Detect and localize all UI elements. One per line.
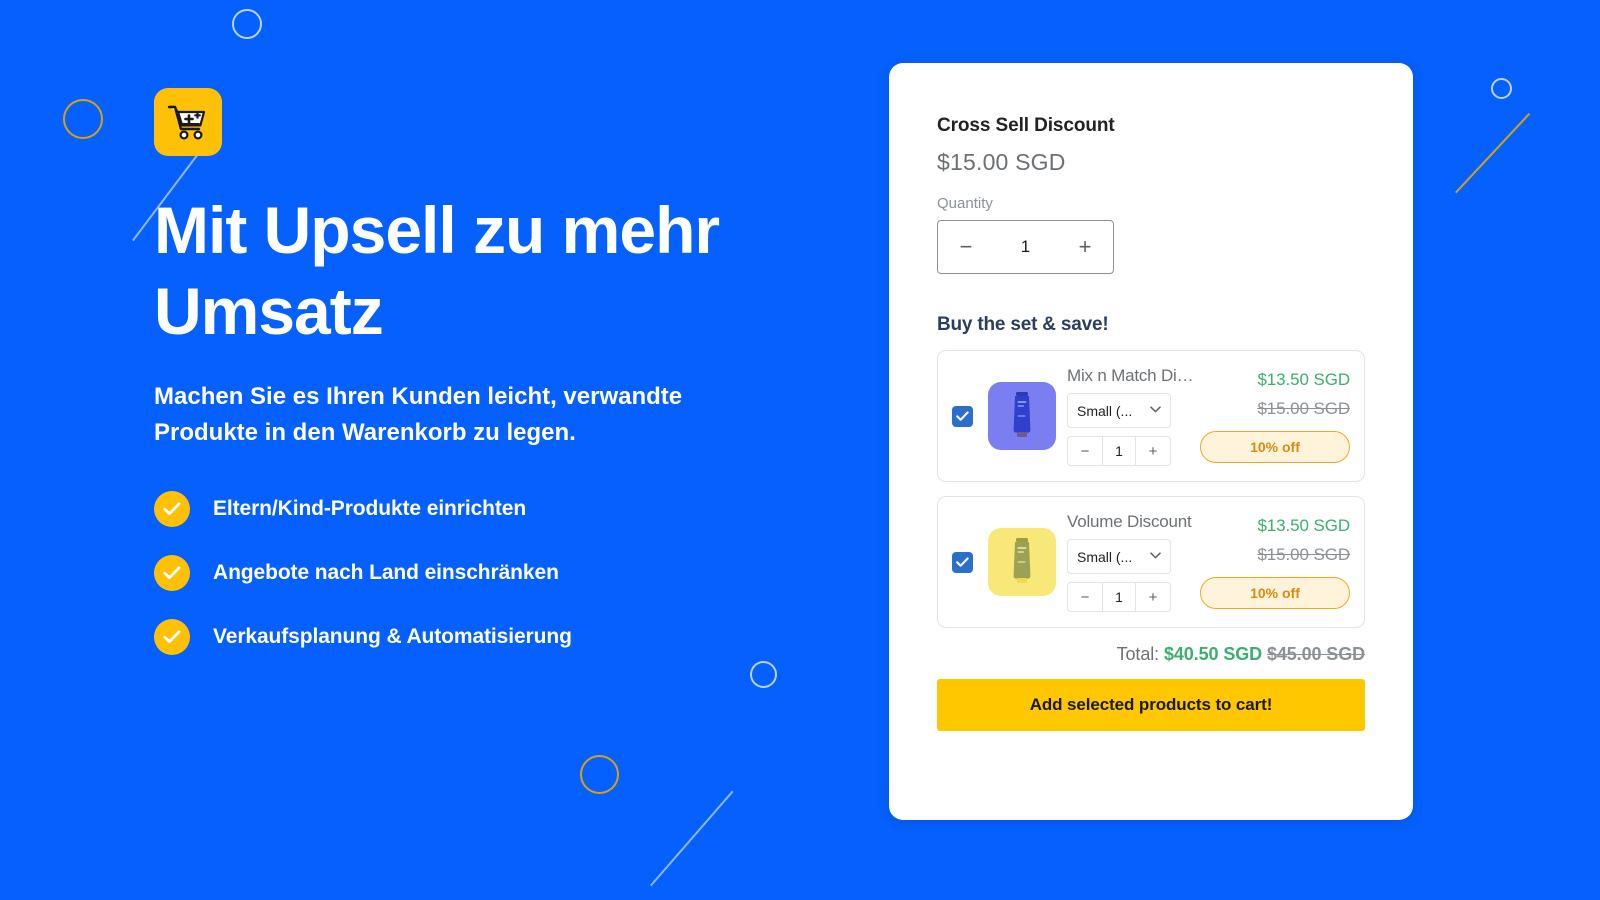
upsell-widget-panel: Cross Sell Discount $15.00 SGD Quantity … xyxy=(889,63,1413,820)
total-original-price: $45.00 SGD xyxy=(1266,644,1365,664)
total-row: Total: $40.50 SGD $45.00 SGD xyxy=(937,644,1365,665)
offer-quantity-increment-button[interactable]: + xyxy=(1136,590,1170,605)
chevron-down-icon xyxy=(1150,405,1161,416)
discount-badge: 10% off xyxy=(1200,576,1350,609)
offer-card[interactable]: Mix n Match Dis... Small (... − 1 + $13.… xyxy=(937,350,1365,482)
quantity-increment-button[interactable]: + xyxy=(1057,236,1113,258)
quantity-label: Quantity xyxy=(937,195,993,212)
variant-select[interactable]: Small (... xyxy=(1067,393,1171,428)
check-circle-icon xyxy=(154,490,190,527)
feature-label: Eltern/Kind-Produkte einrichten xyxy=(213,496,527,520)
hero-column: Mit Upsell zu mehr Umsatz Machen Sie es … xyxy=(154,88,854,683)
product-thumbnail xyxy=(988,528,1056,596)
product-tube-icon xyxy=(1009,391,1035,441)
chevron-down-icon xyxy=(1150,551,1161,562)
quantity-stepper[interactable]: − 1 + xyxy=(937,220,1114,274)
offer-quantity-decrement-button[interactable]: − xyxy=(1068,590,1102,605)
decorative-line-bottom xyxy=(650,790,734,887)
variant-select[interactable]: Small (... xyxy=(1067,539,1171,574)
total-label: Total: xyxy=(1116,644,1160,664)
offer-quantity-value[interactable]: 1 xyxy=(1102,583,1136,611)
bundle-heading: Buy the set & save! xyxy=(937,314,1109,335)
product-thumbnail xyxy=(988,382,1056,450)
decorative-ring-top-left xyxy=(232,9,262,39)
check-circle-icon xyxy=(154,618,190,655)
discount-badge: 10% off xyxy=(1200,430,1350,463)
offer-details: Volume Discount Small (... − 1 + xyxy=(1067,512,1198,612)
feature-label: Verkaufsplanung & Automatisierung xyxy=(213,624,572,648)
offer-details: Mix n Match Dis... Small (... − 1 + xyxy=(1067,366,1198,466)
offer-name: Volume Discount xyxy=(1067,512,1192,531)
list-item: Verkaufsplanung & Automatisierung xyxy=(154,618,854,655)
offer-card[interactable]: Volume Discount Small (... − 1 + $13.50 … xyxy=(937,496,1365,628)
feature-list: Eltern/Kind-Produkte einrichten Angebote… xyxy=(154,490,854,655)
offer-quantity-stepper[interactable]: − 1 + xyxy=(1067,582,1171,612)
quantity-value[interactable]: 1 xyxy=(994,237,1057,257)
decorative-ring-top-right xyxy=(1491,78,1512,99)
quantity-decrement-button[interactable]: − xyxy=(938,236,994,258)
decorative-ring-bottom-left xyxy=(580,755,619,794)
offer-original-price: $15.00 SGD xyxy=(1257,398,1350,418)
product-title: Cross Sell Discount xyxy=(937,115,1115,136)
variant-value: Small (... xyxy=(1077,402,1133,419)
product-tube-icon xyxy=(1009,537,1035,587)
list-item: Eltern/Kind-Produkte einrichten xyxy=(154,490,854,527)
offer-discounted-price: $13.50 SGD xyxy=(1257,515,1350,535)
decorative-ring-left xyxy=(63,99,103,139)
page-title: Mit Upsell zu mehr Umsatz xyxy=(154,193,720,348)
check-circle-icon xyxy=(154,554,190,591)
product-price: $15.00 SGD xyxy=(937,149,1066,175)
add-to-cart-button[interactable]: Add selected products to cart! xyxy=(937,679,1365,731)
offer-name: Mix n Match Dis... xyxy=(1067,366,1198,385)
offer-checkbox[interactable] xyxy=(952,405,973,427)
page-subtitle: Machen Sie es Ihren Kunden leicht, verwa… xyxy=(154,383,683,446)
offer-original-price: $15.00 SGD xyxy=(1257,544,1350,564)
offer-checkbox[interactable] xyxy=(952,551,973,573)
offer-discounted-price: $13.50 SGD xyxy=(1257,369,1350,389)
total-discounted-price: $40.50 SGD xyxy=(1163,644,1263,664)
feature-label: Angebote nach Land einschränken xyxy=(213,560,559,584)
offer-quantity-increment-button[interactable]: + xyxy=(1136,444,1170,459)
app-logo xyxy=(154,88,222,156)
decorative-line-right xyxy=(1455,113,1531,194)
offer-quantity-stepper[interactable]: − 1 + xyxy=(1067,436,1171,466)
offer-pricing: $13.50 SGD $15.00 SGD 10% off xyxy=(1198,370,1350,463)
variant-value: Small (... xyxy=(1077,548,1133,565)
offer-pricing: $13.50 SGD $15.00 SGD 10% off xyxy=(1198,516,1350,609)
list-item: Angebote nach Land einschränken xyxy=(154,554,854,591)
offer-quantity-value[interactable]: 1 xyxy=(1102,437,1136,465)
offer-quantity-decrement-button[interactable]: − xyxy=(1068,444,1102,459)
shopping-cart-plus-icon xyxy=(167,103,209,141)
